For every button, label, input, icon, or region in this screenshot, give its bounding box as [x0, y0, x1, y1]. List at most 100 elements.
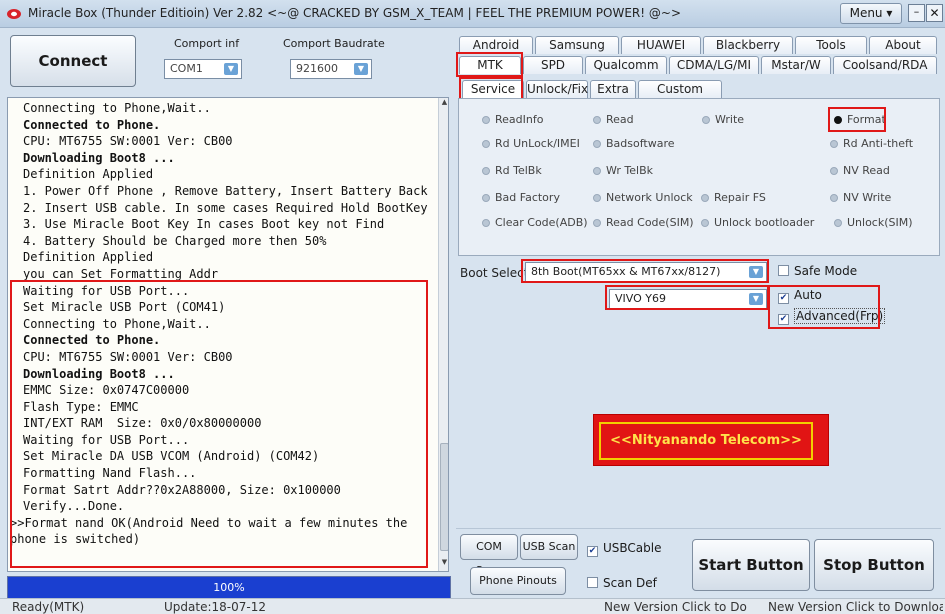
radio-icon	[593, 167, 601, 175]
window-title: Miracle Box (Thunder Editioin) Ver 2.82 …	[28, 6, 682, 20]
tab-mstar-w[interactable]: Mstar/W	[761, 56, 831, 74]
tab-samsung[interactable]: Samsung	[535, 36, 619, 54]
radio-icon	[830, 194, 838, 202]
tab-unlock-fix[interactable]: Unlock/Fix	[526, 80, 588, 98]
func-write[interactable]: Write	[702, 113, 744, 126]
radio-icon	[482, 167, 490, 175]
baudrate-label: Comport Baudrate	[283, 37, 385, 50]
radio-icon	[701, 194, 709, 202]
checkbox-icon	[587, 577, 598, 588]
safe-mode-checkbox[interactable]: Safe Mode	[778, 264, 857, 278]
func-bad-factory[interactable]: Bad Factory	[482, 191, 560, 204]
chevron-down-icon: ▼	[224, 63, 238, 75]
banner-text: <<Nityanando Telecom>>	[599, 422, 813, 460]
tab-extra[interactable]: Extra	[590, 80, 636, 98]
radio-icon	[482, 194, 490, 202]
scroll-down-icon[interactable]: ▼	[439, 558, 448, 570]
func-rd-telbk[interactable]: Rd TelBk	[482, 164, 542, 177]
log-line: 3. Use Miracle Boot Key In cases Boot ke…	[23, 217, 385, 232]
status-bar: Ready(MTK) Update:18-07-12 New Version C…	[0, 598, 945, 614]
progress-bar: 100%	[7, 576, 451, 599]
chevron-down-icon: ▼	[354, 63, 368, 75]
log-line: 4. Battery Should be Charged more then 5…	[23, 233, 327, 248]
radio-icon	[593, 219, 601, 227]
menu-button[interactable]: Menu ▾	[840, 3, 902, 24]
tab-about[interactable]: About	[869, 36, 937, 54]
status-update: Update:18-07-12	[164, 600, 266, 614]
radio-icon	[834, 219, 842, 227]
radio-icon	[482, 116, 490, 124]
tab-custom-setting[interactable]: Custom Setting	[638, 80, 722, 113]
stop-button[interactable]: Stop Button	[814, 539, 934, 591]
func-clear-code-adb[interactable]: Clear Code(ADB)	[482, 216, 588, 229]
log-line: Downloading Boot8 ...	[23, 150, 175, 165]
radio-icon	[482, 140, 490, 148]
minimize-button[interactable]: –	[908, 4, 925, 22]
radio-icon	[702, 116, 710, 124]
com-scan-button[interactable]: COM Scan	[460, 534, 518, 577]
func-read[interactable]: Read	[593, 113, 634, 126]
func-unlock-sim[interactable]: Unlock(SIM)	[834, 216, 913, 229]
telecom-banner: <<Nityanando Telecom>>	[593, 414, 829, 466]
func-readinfo[interactable]: ReadInfo	[482, 113, 543, 126]
radio-icon	[482, 219, 490, 227]
log-line: Definition Applied	[23, 167, 154, 182]
highlight-box-format	[828, 107, 886, 132]
radio-icon	[593, 194, 601, 202]
log-line: CPU: MT6755 SW:0001 Ver: CB00	[23, 134, 233, 149]
tab-huawei[interactable]: HUAWEI	[621, 36, 701, 54]
baudrate-select[interactable]: 921600 ▼	[290, 59, 372, 79]
start-button[interactable]: Start Button	[692, 539, 810, 591]
checkbox-icon	[778, 265, 789, 276]
radio-icon	[593, 140, 601, 148]
phone-pinouts-button[interactable]: Phone Pinouts	[470, 567, 566, 595]
tab-blackberry[interactable]: Blackberry	[703, 36, 793, 54]
status-download-link[interactable]: New Version Click to Download	[768, 600, 943, 614]
checkmark-icon: ✔	[587, 546, 598, 557]
radio-icon	[593, 116, 601, 124]
scroll-up-icon[interactable]: ▲	[439, 98, 448, 110]
highlight-box-boot	[521, 259, 769, 283]
comport-select[interactable]: COM1 ▼	[164, 59, 242, 79]
connect-button[interactable]: Connect Button	[10, 35, 136, 120]
log-scrollbar[interactable]: ▲ ▼	[438, 98, 448, 571]
log-line: Connecting to Phone,Wait..	[23, 101, 211, 115]
usb-cable-checkbox[interactable]: ✔ USBCable	[587, 541, 662, 557]
status-new-version-link[interactable]: New Version Click to Do	[604, 600, 754, 614]
log-line: 2. Insert USB cable. In some cases Requi…	[23, 200, 428, 215]
func-nv-read[interactable]: NV Read	[830, 164, 890, 177]
tab-coolsand-rda[interactable]: Coolsand/RDA	[833, 56, 937, 74]
log-line: Connected to Phone.	[23, 117, 161, 132]
func-repair-fs[interactable]: Repair FS	[701, 191, 766, 204]
close-button[interactable]: ✕	[926, 4, 943, 22]
func-read-code-sim[interactable]: Read Code(SIM)	[593, 216, 694, 229]
boot-select-label: Boot Select	[460, 266, 529, 280]
log-line: 1. Power Off Phone , Remove Battery, Ins…	[23, 183, 428, 198]
scan-def-checkbox[interactable]: Scan Def	[587, 576, 657, 590]
tab-qualcomm[interactable]: Qualcomm	[585, 56, 667, 74]
func-unlock-bootloader[interactable]: Unlock bootloader	[701, 216, 814, 229]
radio-icon	[830, 167, 838, 175]
comport-value: COM1	[170, 62, 203, 75]
func-network-unlock[interactable]: Network Unlock	[593, 191, 693, 204]
highlight-box-model	[605, 285, 769, 310]
func-badsoftware[interactable]: Badsoftware	[593, 137, 675, 150]
usb-scan-button[interactable]: USB Scan	[520, 534, 578, 560]
tab-spd[interactable]: SPD	[523, 56, 583, 74]
func-nv-write[interactable]: NV Write	[830, 191, 891, 204]
tab-cdma-lg-mi[interactable]: CDMA/LG/MI	[669, 56, 759, 74]
tab-tools[interactable]: Tools	[795, 36, 867, 54]
scroll-thumb[interactable]	[440, 443, 448, 551]
highlight-box-log	[10, 280, 428, 568]
highlight-box-mtk	[456, 52, 523, 77]
radio-icon	[830, 140, 838, 148]
log-line: Definition Applied	[23, 250, 154, 265]
func-rd-unlock-imei[interactable]: Rd UnLock/IMEI	[482, 137, 580, 150]
radio-icon	[701, 219, 709, 227]
highlight-box-options	[768, 285, 880, 329]
status-ready: Ready(MTK)	[12, 600, 85, 614]
baudrate-value: 921600	[296, 62, 338, 75]
func-rd-anti-theft[interactable]: Rd Anti-theft	[830, 137, 913, 150]
func-wr-telbk[interactable]: Wr TelBk	[593, 164, 653, 177]
app-logo-icon	[7, 9, 21, 19]
